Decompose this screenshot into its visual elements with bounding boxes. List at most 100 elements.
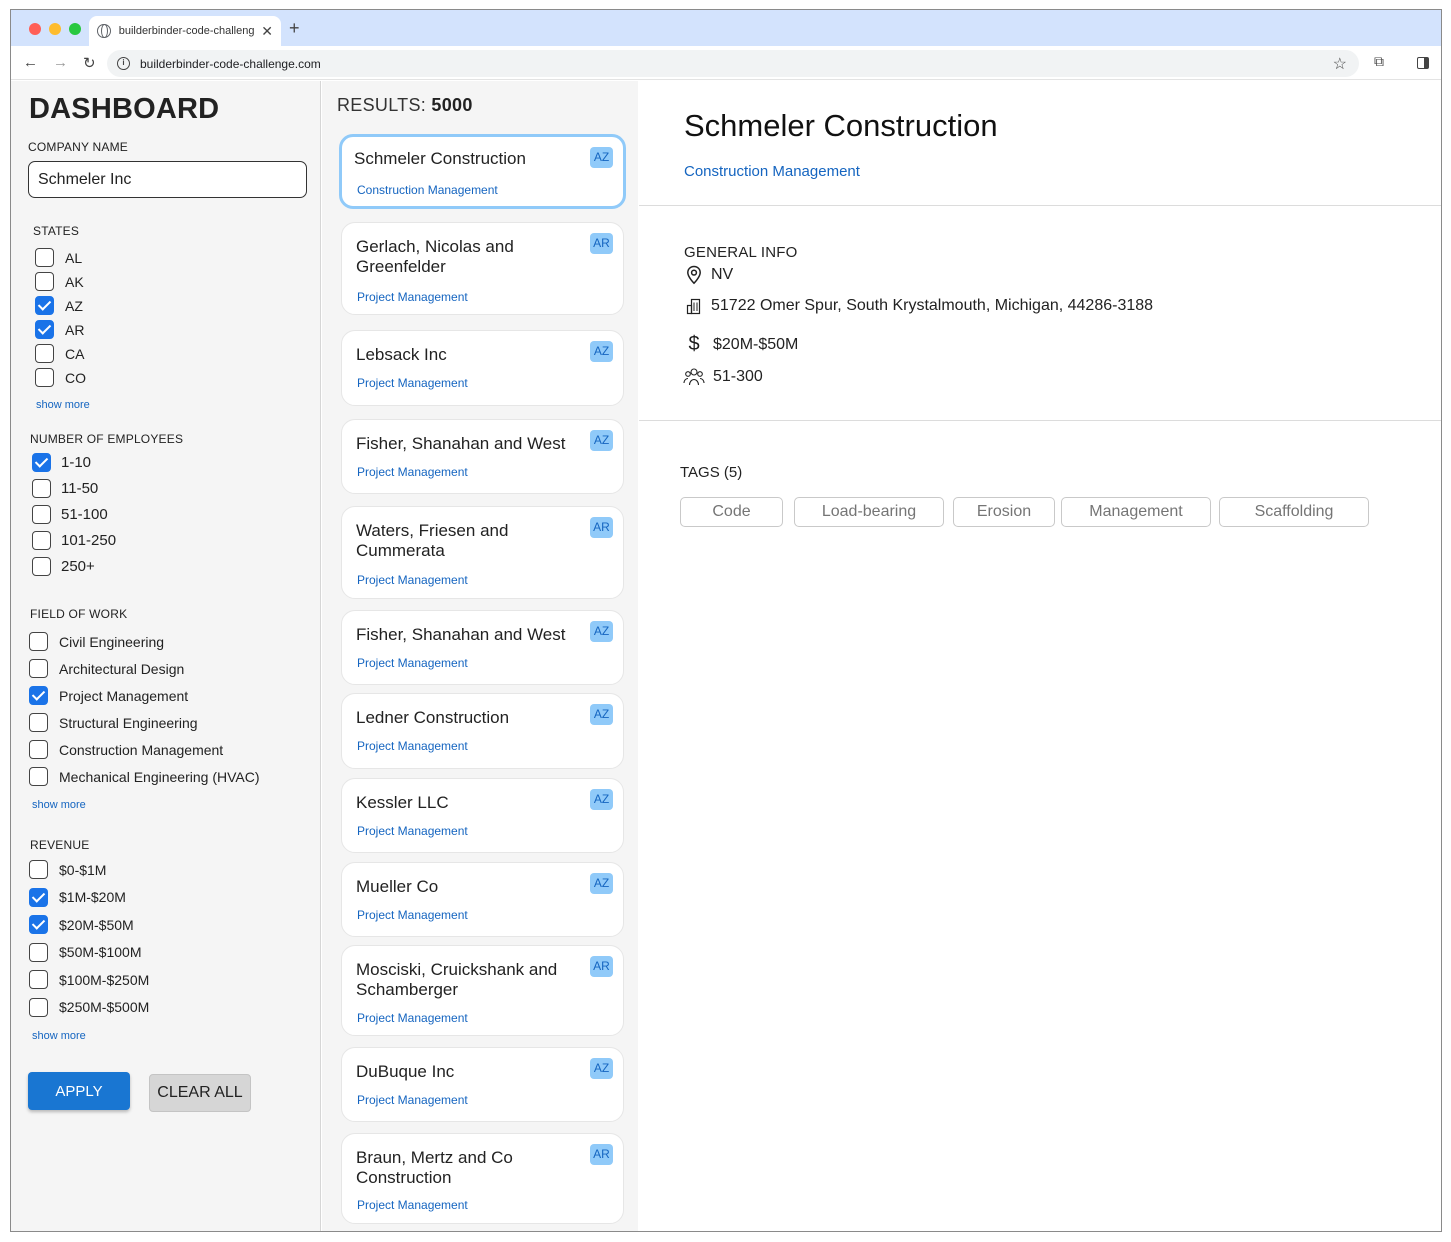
state-option-label: AL <box>65 249 83 266</box>
minimize-window-button[interactable] <box>49 23 61 35</box>
result-card-field: Project Management <box>357 1011 468 1025</box>
forward-icon[interactable]: → <box>53 54 68 71</box>
field-option-label: Civil Engineering <box>59 633 165 650</box>
tag-chip[interactable]: Load-bearing <box>794 497 944 527</box>
states-show-more-link[interactable]: show more <box>36 399 90 411</box>
employees-option[interactable]: 51-100 <box>32 505 108 524</box>
result-card[interactable]: Lebsack Inc Project Management AZ <box>341 330 624 406</box>
state-option[interactable]: CA <box>35 344 84 363</box>
company-field-link[interactable]: Construction Management <box>684 163 860 180</box>
state-checkbox[interactable] <box>35 248 54 267</box>
field-option[interactable]: Civil Engineering <box>29 632 164 651</box>
state-option[interactable]: AZ <box>35 296 83 315</box>
revenue-checkbox[interactable] <box>29 915 48 934</box>
clear-all-button[interactable]: CLEAR ALL <box>149 1074 251 1112</box>
result-card-title: DuBuque Inc <box>356 1062 455 1081</box>
field-option[interactable]: Mechanical Engineering (HVAC) <box>29 767 260 786</box>
employees-option-label: 1-10 <box>61 454 92 471</box>
result-card[interactable]: Fisher, Shanahan and West Project Managem… <box>341 419 624 494</box>
revenue-show-more-link[interactable]: show more <box>32 1030 86 1042</box>
revenue-label: REVENUE <box>30 838 90 852</box>
revenue-checkbox[interactable] <box>29 997 48 1017</box>
employees-option[interactable]: 101-250 <box>32 531 116 550</box>
url-bar[interactable]: i builderbinder-code-challenge.com ☆ <box>107 50 1359 77</box>
revenue-checkbox[interactable] <box>29 970 48 989</box>
tag-chip[interactable]: Erosion <box>953 497 1055 527</box>
revenue-checkbox[interactable] <box>29 887 48 907</box>
maximize-window-button[interactable] <box>69 23 81 35</box>
result-card[interactable]: Fisher, Shanahan and West Project Managem… <box>341 610 624 685</box>
close-tab-icon[interactable]: ✕ <box>261 23 273 40</box>
state-option[interactable]: AK <box>35 272 84 291</box>
revenue-option[interactable]: $100M-$250M <box>29 970 149 989</box>
reload-icon[interactable]: ↻ <box>83 54 96 72</box>
site-info-icon[interactable]: i <box>117 57 130 70</box>
field-checkbox[interactable] <box>29 659 48 678</box>
field-checkbox[interactable] <box>29 632 48 651</box>
employees-checkbox[interactable] <box>32 453 51 472</box>
state-option[interactable]: CO <box>35 368 86 387</box>
result-card-field: Project Management <box>357 465 468 479</box>
field-show-more-link[interactable]: show more <box>32 799 86 811</box>
browser-tab[interactable]: builderbinder-code-challenge.com ✕ <box>89 16 281 46</box>
tag-chip[interactable]: Management <box>1061 497 1211 527</box>
state-checkbox[interactable] <box>35 368 54 387</box>
employees-checkbox[interactable] <box>32 557 51 576</box>
bookmark-star-icon[interactable]: ☆ <box>1333 54 1347 74</box>
state-option[interactable]: AR <box>35 320 84 339</box>
extensions-icon[interactable]: ⧉ <box>1374 53 1384 70</box>
company-revenue: $20M-$50M <box>713 335 799 353</box>
company-details-panel: Schmeler Construction Construction Manag… <box>639 81 1441 1231</box>
revenue-checkbox[interactable] <box>29 860 48 879</box>
field-checkbox[interactable] <box>29 713 48 732</box>
new-tab-icon[interactable]: + <box>289 18 300 39</box>
tag-chip[interactable]: Scaffolding <box>1219 497 1369 527</box>
result-card[interactable]: Braun, Mertz and Co Construction Project … <box>341 1133 624 1224</box>
back-icon[interactable]: ← <box>23 54 38 71</box>
field-checkbox[interactable] <box>29 767 48 786</box>
employees-option[interactable]: 1-10 <box>32 453 91 472</box>
result-card-title: Mueller Co <box>356 877 439 896</box>
revenue-option[interactable]: $50M-$100M <box>29 942 142 962</box>
apply-button[interactable]: APPLY <box>28 1072 130 1110</box>
result-card-selected[interactable]: Schmeler Construction Construction Manage… <box>339 134 626 209</box>
state-checkbox[interactable] <box>35 296 54 315</box>
field-option[interactable]: Project Management <box>29 686 188 705</box>
field-checkbox[interactable] <box>29 740 48 759</box>
state-badge: AR <box>590 1144 613 1165</box>
field-checkbox[interactable] <box>29 686 48 705</box>
revenue-option[interactable]: $20M-$50M <box>29 915 134 934</box>
result-card[interactable]: Gerlach, Nicolas and Greenfelder Project … <box>341 222 624 315</box>
revenue-option[interactable]: $0-$1M <box>29 860 106 879</box>
result-card[interactable]: Waters, Friesen and Cummerata Project Man… <box>341 506 624 599</box>
employees-checkbox[interactable] <box>32 479 51 498</box>
revenue-option[interactable]: $1M-$20M <box>29 887 126 907</box>
employees-option[interactable]: 250+ <box>32 557 95 576</box>
people-group-icon <box>683 367 705 387</box>
employees-option[interactable]: 11-50 <box>32 479 98 498</box>
employees-checkbox[interactable] <box>32 505 51 524</box>
result-card[interactable]: Mosciski, Cruickshank and Schamberger Pro… <box>341 945 624 1036</box>
company-name-input[interactable] <box>28 161 307 198</box>
state-option-label: AR <box>65 321 85 338</box>
state-option[interactable]: AL <box>35 248 82 267</box>
field-option[interactable]: Architectural Design <box>29 659 184 678</box>
field-option-label: Mechanical Engineering (HVAC) <box>59 768 260 785</box>
field-option[interactable]: Construction Management <box>29 740 223 759</box>
revenue-option[interactable]: $250M-$500M <box>29 997 149 1017</box>
revenue-checkbox[interactable] <box>29 942 48 962</box>
result-card[interactable]: Kessler LLC Project Management AZ <box>341 778 624 853</box>
state-checkbox[interactable] <box>35 320 54 339</box>
address-row: 51722 Omer Spur, South Krystalmouth, Mic… <box>683 297 1153 315</box>
states-label: STATES <box>33 224 80 238</box>
side-panel-icon[interactable] <box>1417 57 1429 69</box>
state-checkbox[interactable] <box>35 344 54 363</box>
field-option[interactable]: Structural Engineering <box>29 713 198 732</box>
result-card[interactable]: Ledner Construction Project Management AZ <box>341 693 624 769</box>
state-checkbox[interactable] <box>35 272 54 291</box>
tag-chip[interactable]: Code <box>680 497 783 527</box>
result-card[interactable]: DuBuque Inc Project Management AZ <box>341 1047 624 1122</box>
employees-checkbox[interactable] <box>32 531 51 550</box>
close-window-button[interactable] <box>29 23 41 35</box>
result-card[interactable]: Mueller Co Project Management AZ <box>341 862 624 937</box>
